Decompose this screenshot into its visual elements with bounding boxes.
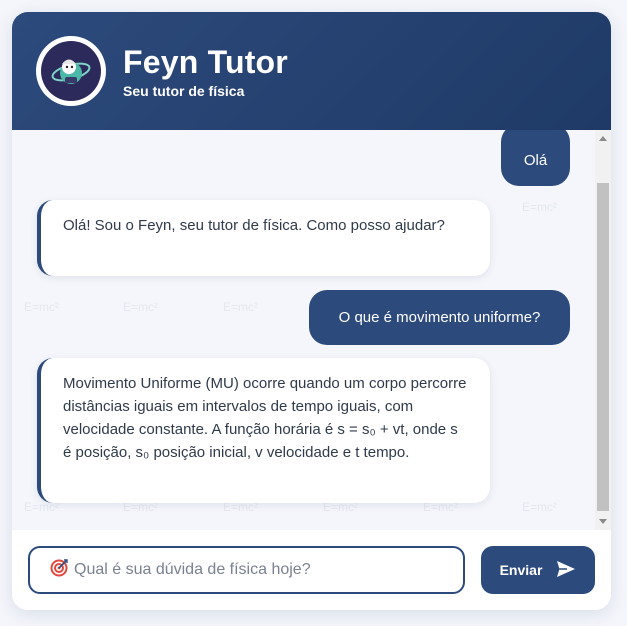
scientist-avatar-icon <box>41 41 101 101</box>
bot-message: Movimento Uniforme (MU) ocorre quando um… <box>37 358 490 503</box>
chat-input-bar: Enviar <box>12 530 611 610</box>
user-message: O que é movimento uniforme? <box>309 290 570 345</box>
message-text: Olá! Sou o Feyn, seu tutor de física. Co… <box>63 217 445 234</box>
send-icon <box>556 560 576 581</box>
scrollbar-thumb[interactable] <box>597 183 609 511</box>
chat-messages[interactable]: E=mc² E=mc² E=mc² E=mc² E=mc² E=mc² E=mc… <box>12 130 611 530</box>
send-button[interactable]: Enviar <box>481 546 595 594</box>
watermark-text: E=mc² <box>24 300 60 314</box>
scroll-down-icon[interactable] <box>599 519 607 524</box>
target-icon <box>50 558 68 582</box>
watermark-text: E=mc² <box>223 300 259 314</box>
scroll-up-icon[interactable] <box>599 136 607 141</box>
message-text: Movimento Uniforme (MU) ocorre quando um… <box>63 375 467 461</box>
bot-message: Olá! Sou o Feyn, seu tutor de física. Co… <box>37 200 490 276</box>
avatar <box>36 36 106 106</box>
question-input[interactable] <box>74 561 434 579</box>
user-message: Olá <box>501 130 570 186</box>
watermark-text: E=mc² <box>522 200 558 214</box>
chat-scrollbar[interactable] <box>595 130 611 530</box>
question-input-wrapper[interactable] <box>28 546 465 594</box>
app-title: Feyn Tutor <box>123 44 288 80</box>
watermark-text: E=mc² <box>522 500 558 514</box>
message-text: Olá <box>523 151 548 169</box>
app-subtitle: Seu tutor de física <box>123 83 245 99</box>
message-text: O que é movimento uniforme? <box>338 309 541 326</box>
send-button-label: Enviar <box>499 562 543 578</box>
chat-app: Feyn Tutor Seu tutor de física E=mc² E=m… <box>12 12 611 610</box>
watermark-text: E=mc² <box>123 300 159 314</box>
chat-header: Feyn Tutor Seu tutor de física <box>12 12 611 130</box>
